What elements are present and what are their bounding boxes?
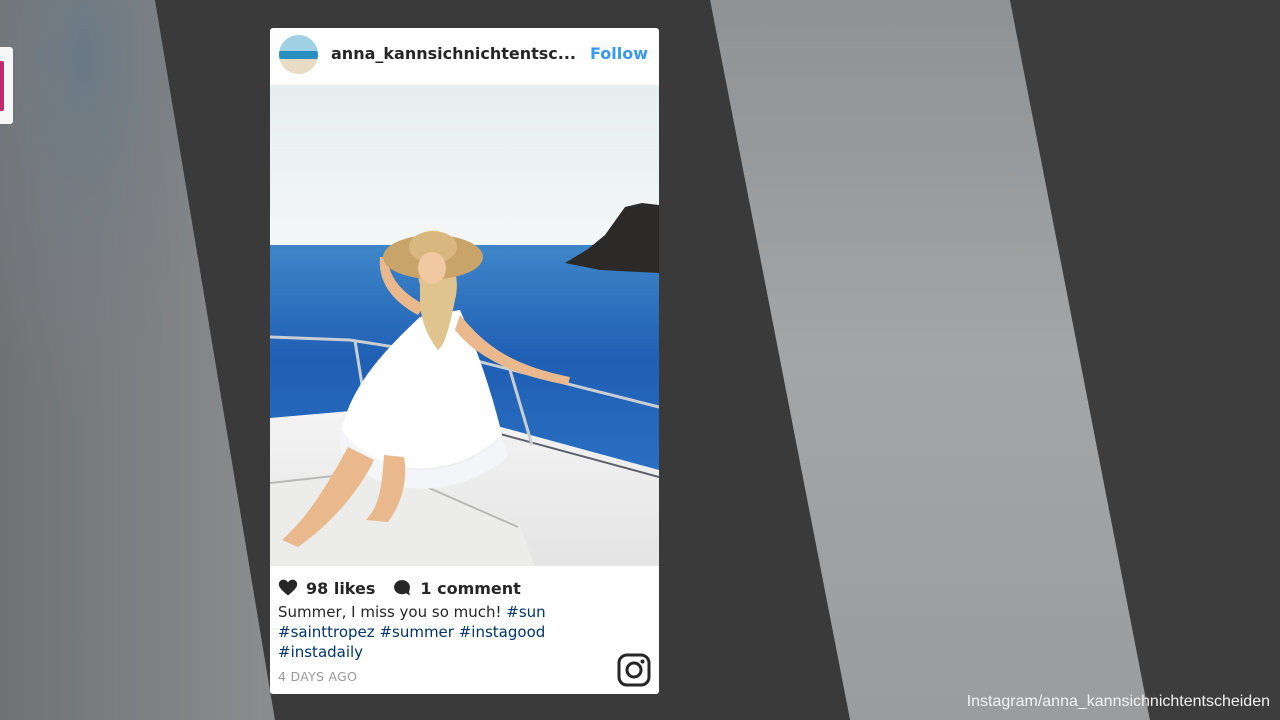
edge-tab-accent <box>0 61 4 111</box>
hashtag-link[interactable]: #sainttropez <box>278 623 375 641</box>
hashtag-link[interactable]: #sun <box>506 603 545 621</box>
instagram-logo-icon[interactable] <box>617 653 651 687</box>
hashtag-link[interactable]: #instagood <box>459 623 546 641</box>
hashtag-link[interactable]: #instadaily <box>278 643 363 661</box>
caption-text: Summer, I miss you so much! <box>278 603 507 621</box>
comments-count[interactable]: 1 comment <box>420 579 520 598</box>
comment-bubble-icon[interactable] <box>392 578 412 598</box>
likes-count[interactable]: 98 likes <box>306 579 375 598</box>
post-caption: Summer, I miss you so much! #sun #sainttr… <box>278 602 608 662</box>
post-stats: 98 likes 1 comment <box>278 578 521 598</box>
post-timestamp: 4 DAYS AGO <box>278 669 358 684</box>
follow-button[interactable]: Follow <box>590 44 648 63</box>
instagram-post-card: anna_kannsichnichtentsc... Follow 98 lik… <box>270 28 659 694</box>
post-photo[interactable] <box>270 85 659 566</box>
username[interactable]: anna_kannsichnichtentsc... <box>331 44 581 63</box>
edge-app-tab <box>0 47 13 124</box>
heart-icon[interactable] <box>278 578 298 598</box>
avatar[interactable] <box>279 35 318 74</box>
post-header: anna_kannsichnichtentsc... Follow <box>270 28 659 85</box>
image-credit: Instagram/anna_kannsichnichtentscheiden <box>966 693 1270 710</box>
hashtag-link[interactable]: #summer <box>379 623 454 641</box>
